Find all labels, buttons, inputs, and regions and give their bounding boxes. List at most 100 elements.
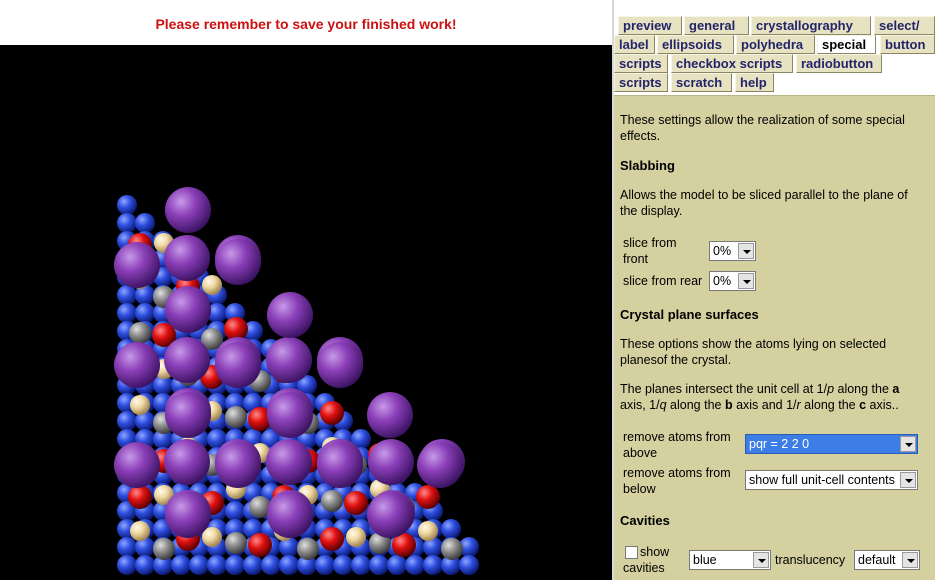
blue-atom [117, 213, 137, 233]
tab-ellipsoids[interactable]: ellipsoids [657, 35, 734, 54]
save-reminder-text: Please remember to save your finished wo… [155, 16, 457, 32]
gray-atom [441, 538, 463, 560]
blue-atom [351, 555, 371, 575]
purple-atom [114, 442, 160, 488]
blue-atom [117, 537, 137, 557]
purple-atom [267, 392, 313, 438]
slice-front-select[interactable]: 0% [709, 241, 756, 261]
blue-atom [369, 555, 389, 575]
purple-atom [215, 442, 261, 488]
blue-atom [117, 303, 137, 323]
special-tab-content: These settings allow the realization of … [614, 95, 935, 580]
slabbing-heading: Slabbing [620, 158, 675, 173]
note-part: along the [800, 398, 860, 412]
planes-intersect-note: The planes intersect the unit cell at 1/… [620, 381, 926, 413]
intro-text: These settings allow the realization of … [620, 113, 905, 143]
red-atom [344, 491, 368, 515]
blue-atom [441, 519, 461, 539]
translucency-label: translucency [775, 553, 846, 567]
purple-atom [266, 439, 312, 485]
note-part: along the [834, 382, 893, 396]
tab-select-label[interactable]: select/ [874, 16, 935, 35]
tab-polyhedra[interactable]: polyhedra [736, 35, 815, 54]
tab-select-label-cont[interactable]: label [614, 35, 655, 54]
blue-atom [279, 555, 299, 575]
blue-atom [135, 213, 155, 233]
purple-atom [164, 235, 210, 281]
show-cavities-label: show cavities [623, 545, 670, 575]
slice-rear-select[interactable]: 0% [709, 271, 756, 291]
red-atom [248, 533, 272, 557]
blue-atom [171, 555, 191, 575]
tan-atom [130, 395, 150, 415]
crystal-structure-render[interactable] [0, 45, 612, 580]
note-part: axis and 1/ [732, 398, 797, 412]
chevron-down-icon[interactable] [738, 243, 754, 259]
blue-atom [117, 411, 137, 431]
purple-atom [165, 392, 211, 438]
blue-atom [207, 555, 227, 575]
tab-radiobutton-scripts[interactable]: radiobutton [796, 54, 882, 73]
blue-atom [225, 501, 245, 521]
purple-atom [215, 342, 261, 388]
note-part: The planes intersect the unit cell at 1/ [620, 382, 828, 396]
chevron-down-icon[interactable] [738, 273, 754, 289]
cavity-color-select[interactable]: blue [689, 550, 771, 570]
red-atom [320, 401, 344, 425]
red-atom [416, 485, 440, 509]
tab-help[interactable]: help [735, 73, 774, 92]
remove-below-label: remove atoms from below [623, 466, 731, 496]
save-reminder-banner: Please remember to save your finished wo… [0, 0, 612, 45]
purple-atom [165, 492, 211, 538]
chevron-down-icon[interactable] [900, 436, 916, 452]
purple-atom [368, 439, 414, 485]
tab-crystallography[interactable]: crystallography [751, 16, 871, 35]
tan-atom [202, 275, 222, 295]
note-c: c [859, 398, 867, 412]
chevron-down-icon[interactable] [902, 552, 918, 568]
red-atom [128, 485, 152, 509]
gray-atom [297, 538, 319, 560]
purple-atom [164, 439, 210, 485]
tan-atom [346, 527, 366, 547]
note-part: along the [666, 398, 725, 412]
purple-atom [164, 337, 210, 383]
remove-below-select[interactable]: show full unit-cell contents [745, 470, 918, 490]
tab-special[interactable]: special [817, 35, 876, 54]
remove-above-label: remove atoms from above [623, 430, 731, 460]
tab-button-scripts-cont[interactable]: scripts [614, 54, 668, 73]
remove-below-value: show full unit-cell contents [749, 473, 895, 487]
remove-above-value: pqr = 2 2 0 [749, 437, 810, 451]
translucency-select[interactable]: default [854, 550, 920, 570]
tab-checkbox-scripts[interactable]: checkbox scripts [671, 54, 793, 73]
blue-atom [117, 195, 137, 215]
blue-atom [333, 555, 353, 575]
purple-atom [417, 442, 463, 488]
blue-atom [189, 555, 209, 575]
tab-scratch[interactable]: scratch [671, 73, 732, 92]
molecule-viewer[interactable] [0, 45, 612, 580]
purple-atom [367, 492, 413, 538]
remove-above-select[interactable]: pqr = 2 2 0 [745, 434, 918, 454]
tan-atom [418, 521, 438, 541]
tab-general[interactable]: general [684, 16, 749, 35]
purple-atom [317, 442, 363, 488]
blue-atom [387, 555, 407, 575]
tab-radiobutton-scripts-cont[interactable]: scripts [614, 73, 668, 92]
blue-atom [315, 555, 335, 575]
tab-preview[interactable]: preview [618, 16, 682, 35]
note-part: axis, 1/ [620, 398, 660, 412]
note-b: b [724, 398, 733, 412]
tab-bar: preview general crystallography select/ … [614, 0, 935, 95]
tab-button-scripts[interactable]: button [880, 35, 935, 54]
note-part: axis.. [866, 398, 899, 412]
chevron-down-icon[interactable] [753, 552, 769, 568]
blue-atom [261, 555, 281, 575]
purple-atom [267, 492, 313, 538]
chevron-down-icon[interactable] [900, 472, 916, 488]
control-panel: preview general crystallography select/ … [614, 0, 935, 580]
purple-atom [317, 342, 363, 388]
tan-atom [130, 521, 150, 541]
purple-atom [114, 342, 160, 388]
slabbing-description: Allows the model to be sliced parallel t… [620, 188, 908, 218]
